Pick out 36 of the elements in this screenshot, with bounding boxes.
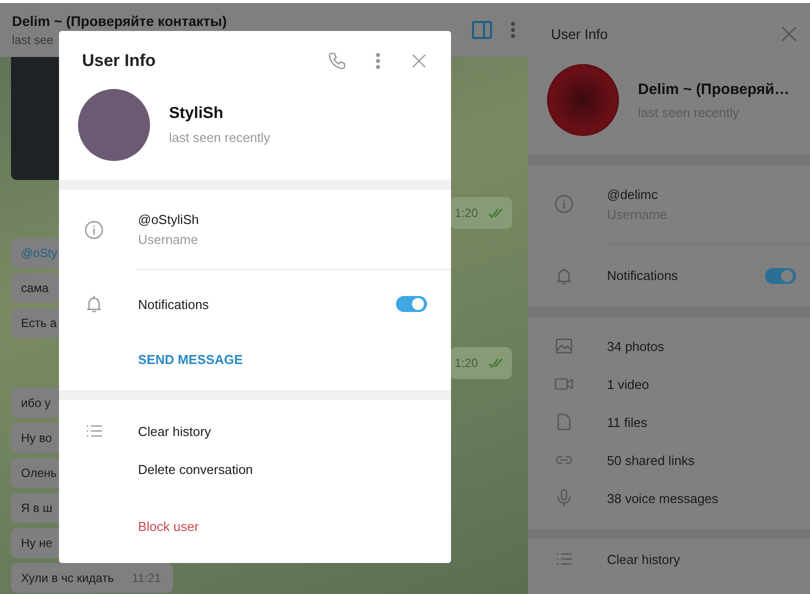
contact-status: last seen recently (169, 130, 270, 145)
dialog-action[interactable]: Delete conversation (138, 462, 253, 476)
shared-media-link[interactable]: 38 voice messages (607, 490, 718, 506)
shared-media-link[interactable]: 1 video (607, 376, 649, 392)
dialog-action[interactable]: Clear history (138, 424, 211, 438)
shared-media-link[interactable]: 50 shared links (607, 452, 694, 468)
image-icon (554, 336, 574, 356)
contact-name: Delim ~ (Проверяй… (638, 80, 790, 98)
send-message-button[interactable]: SEND MESSAGE (138, 352, 243, 367)
contact-name: StyliSh (169, 105, 224, 123)
shared-media-link[interactable]: 34 photos (607, 338, 664, 354)
message-time: 1:20 (454, 206, 478, 220)
phone-icon (327, 51, 347, 71)
incoming-message: сама (11, 273, 61, 303)
clear-history-action[interactable]: Clear history (607, 552, 680, 566)
chat-status: last see (12, 33, 54, 47)
username-label: Username (138, 232, 199, 247)
dialog-action[interactable]: Block user (138, 519, 199, 534)
more-icon[interactable] (510, 21, 516, 39)
dialog-title: User Info (82, 51, 157, 71)
bell-icon (84, 294, 104, 314)
username-value: @delimc (607, 186, 659, 202)
notifications-label: Notifications (138, 296, 210, 312)
more-icon[interactable] (375, 52, 381, 70)
shared-media-link[interactable]: 11 files (607, 414, 648, 430)
chat-title: Delim ~ (Проверяйте контакты) (12, 13, 228, 29)
info-icon (84, 220, 104, 240)
notifications-toggle[interactable] (765, 268, 796, 284)
info-icon (554, 194, 574, 214)
notifications-toggle[interactable] (396, 296, 427, 312)
panel-title: User Info (551, 26, 608, 42)
message-time: 1:20 (454, 356, 478, 370)
sidebar-toggle-icon[interactable] (472, 21, 492, 39)
username-value: @oStyliSh (138, 212, 200, 227)
notifications-label: Notifications (607, 268, 679, 283)
bell-icon (554, 266, 574, 286)
